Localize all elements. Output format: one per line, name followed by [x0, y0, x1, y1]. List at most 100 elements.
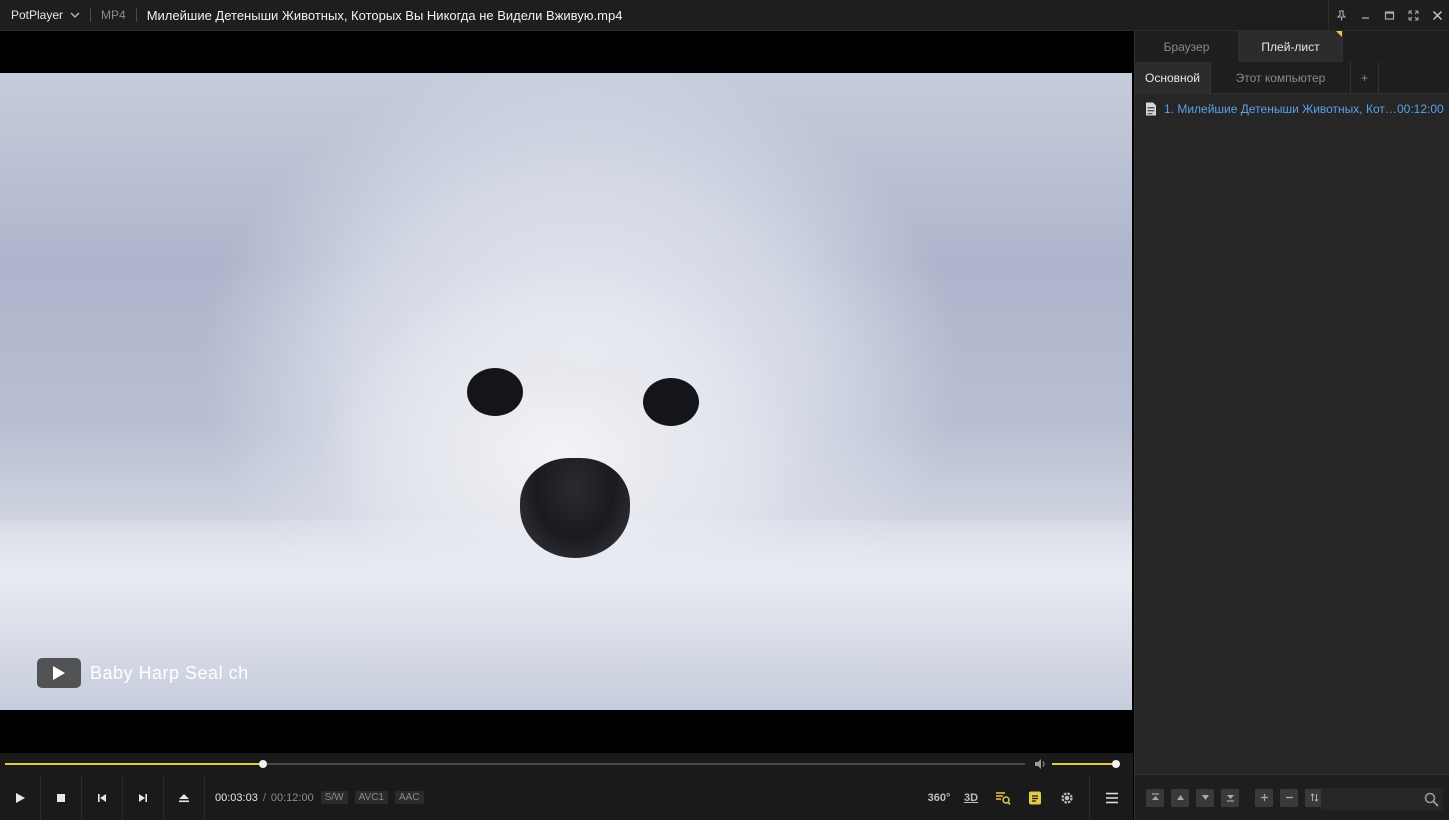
main-menu-button[interactable]: [1089, 775, 1133, 820]
arrow-down-icon: [1201, 795, 1209, 800]
playlist-item-duration: 00:12:00: [1397, 102, 1444, 116]
audio-codec-tag[interactable]: AAC: [395, 791, 424, 804]
hamburger-menu-icon: [1105, 792, 1118, 803]
video-file-icon: [1146, 102, 1156, 116]
app-menu-button[interactable]: PotPlayer: [0, 0, 80, 30]
add-item-button[interactable]: [1255, 788, 1273, 807]
playlist-item[interactable]: 1. Милейшие Детеныши Животных, Которых В…: [1135, 100, 1449, 118]
close-icon: [1432, 11, 1442, 20]
add-playlist-tab-button[interactable]: +: [1351, 62, 1379, 94]
playlist-search-box: [1321, 788, 1443, 810]
playlist-toggle-button[interactable]: [987, 775, 1019, 820]
seek-bar-fill: [5, 763, 263, 765]
video-seal-eye-left: [467, 368, 523, 416]
minimize-button[interactable]: [1353, 0, 1377, 31]
volume-slider-handle[interactable]: [1112, 760, 1121, 768]
gear-icon: [1061, 791, 1073, 804]
seek-bar-handle[interactable]: [258, 760, 267, 768]
settings-button[interactable]: [1051, 775, 1083, 820]
format-label: MP4: [101, 8, 126, 22]
search-icon[interactable]: [1424, 792, 1439, 807]
side-panel: Браузер Плей-лист Основной Этот компьюте…: [1134, 31, 1449, 820]
subtitle-button[interactable]: [1019, 775, 1051, 820]
subtab-label: Этот компьютер: [1235, 71, 1326, 85]
close-button[interactable]: [1425, 0, 1449, 31]
playlist-footer: [1135, 774, 1449, 820]
skip-next-icon: [139, 793, 147, 802]
vr360-button[interactable]: 360°: [923, 775, 955, 820]
title-bar: PotPlayer MP4 Милейшие Детеныши Животных…: [0, 0, 1449, 31]
pin-button[interactable]: [1329, 0, 1353, 31]
window-title: Милейшие Детеныши Животных, Которых Вы Н…: [146, 7, 623, 23]
current-time: 00:03:03: [215, 791, 258, 804]
tab-label: Плей-лист: [1261, 39, 1320, 54]
move-bottom-button[interactable]: [1221, 788, 1239, 807]
tab-playlist[interactable]: Плей-лист: [1239, 31, 1343, 62]
move-top-button[interactable]: [1146, 788, 1164, 807]
video-frame[interactable]: Baby Harp Seal ch: [0, 73, 1132, 710]
pin-icon: [1336, 10, 1346, 21]
subtab-label: Основной: [1144, 71, 1200, 85]
volume-slider[interactable]: [1052, 760, 1121, 768]
move-bottom-icon: [1226, 795, 1234, 802]
video-seal-eye-right: [643, 378, 699, 426]
playlist: 1. Милейшие Детеныши Животных, Которых В…: [1135, 94, 1449, 118]
chevron-down-icon: [70, 12, 80, 18]
plus-icon: [1260, 794, 1268, 801]
vr360-label: 360°: [927, 791, 951, 804]
play-button[interactable]: [0, 775, 41, 820]
app-name: PotPlayer: [11, 8, 64, 22]
fullscreen-button[interactable]: [1401, 0, 1425, 31]
title-separator: [135, 8, 137, 22]
stop-icon: [57, 793, 65, 802]
playlist-search-icon: [996, 791, 1011, 805]
minimize-icon: [1361, 17, 1369, 19]
overlay-text: Baby Harp Seal ch: [90, 662, 249, 683]
subtab-main[interactable]: Основной: [1135, 62, 1211, 94]
move-up-button[interactable]: [1171, 788, 1189, 807]
play-icon: [53, 666, 65, 680]
time-separator: /: [262, 791, 266, 804]
total-duration[interactable]: 00:12:00: [271, 792, 314, 804]
minus-icon: [1285, 796, 1293, 799]
volume-slider-fill: [1052, 763, 1117, 765]
control-right-group: 360° 3D: [923, 775, 1133, 820]
move-top-icon: [1151, 793, 1159, 800]
subtab-this-computer[interactable]: Этот компьютер: [1211, 62, 1351, 94]
3d-button[interactable]: 3D: [955, 775, 987, 820]
video-codec-tag[interactable]: AVC1: [354, 791, 388, 804]
overlay-play-button[interactable]: [37, 658, 81, 688]
maximize-button[interactable]: [1377, 0, 1401, 31]
remove-item-button[interactable]: [1280, 788, 1298, 807]
previous-button[interactable]: [82, 775, 123, 820]
video-area[interactable]: Baby Harp Seal ch: [0, 31, 1133, 753]
control-bar: 00:03:03 / 00:12:00 S/W AVC1 AAC 360° 3D: [0, 775, 1133, 820]
playlist-subtabs: Основной Этот компьютер +: [1135, 62, 1449, 94]
title-separator: [90, 8, 92, 22]
seek-bar-area: [0, 753, 1133, 775]
stop-button[interactable]: [41, 775, 82, 820]
arrow-up-icon: [1176, 795, 1184, 800]
next-button[interactable]: [123, 775, 164, 820]
eject-icon: [179, 793, 189, 802]
panel-tabs: Браузер Плей-лист: [1135, 31, 1449, 62]
seek-bar[interactable]: [5, 760, 1025, 768]
video-seal-nose: [520, 458, 630, 558]
skip-previous-icon: [98, 793, 106, 802]
time-display: 00:03:03 / 00:12:00: [215, 792, 314, 804]
play-icon: [16, 792, 25, 803]
volume-icon[interactable]: [1034, 758, 1047, 770]
subtitle-icon: [1029, 791, 1041, 804]
subtab-label: +: [1360, 71, 1368, 85]
maximize-icon: [1384, 11, 1394, 20]
playlist-item-title: 1. Милейшие Детеныши Животных, Которых В…: [1164, 102, 1397, 116]
playlist-search-input[interactable]: [1321, 788, 1421, 810]
move-down-button[interactable]: [1196, 788, 1214, 807]
fullscreen-icon: [1408, 10, 1418, 21]
window-controls: [1328, 0, 1449, 31]
open-file-button[interactable]: [164, 775, 205, 820]
video-overlay-title: Baby Harp Seal ch: [37, 658, 249, 688]
decoder-tag[interactable]: S/W: [320, 791, 348, 804]
sort-icon: [1310, 793, 1318, 802]
tab-browser[interactable]: Браузер: [1135, 31, 1239, 62]
